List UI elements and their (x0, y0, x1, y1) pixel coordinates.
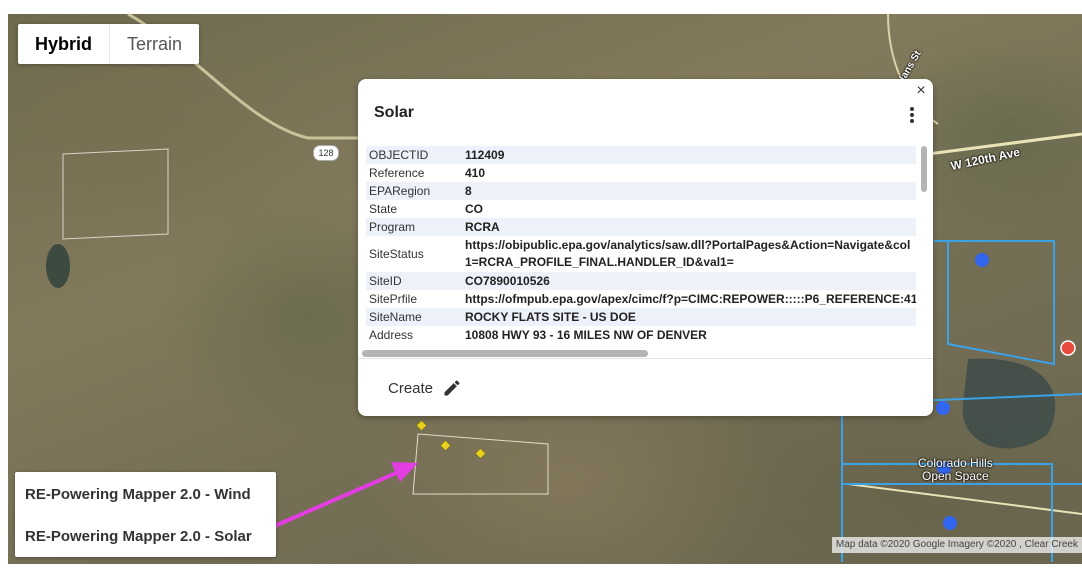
table-row: Program RCRA (366, 218, 916, 236)
create-label: Create (388, 379, 434, 397)
attribute-table: OBJECTID 112409 Reference 410 EPARegion … (366, 146, 916, 344)
attr-key: Reference (369, 166, 425, 180)
close-icon[interactable]: × (913, 83, 929, 99)
solar-point[interactable] (936, 401, 950, 415)
layer-legend: RE-Powering Mapper 2.0 - Wind RE-Powerin… (15, 472, 276, 557)
attr-key: Program (366, 218, 462, 236)
attr-key: Address (369, 328, 414, 342)
place-label: Colorado Hills Open Space (918, 457, 993, 483)
parcel-outline (62, 148, 169, 240)
site-boundary (934, 240, 1055, 366)
wind-marker[interactable] (440, 440, 451, 451)
attr-value: 112409 (462, 146, 916, 164)
pencil-icon (444, 380, 460, 396)
attr-key: State (369, 202, 398, 216)
attr-value-link[interactable]: https://ofmpub.epa.gov/apex/cimc/f?p=CIM… (462, 290, 916, 308)
annotation-arrow (269, 468, 404, 530)
feature-popup: × Solar OBJECTID 112409 Reference 410 EP… (358, 79, 933, 416)
table-row: State CO (366, 200, 916, 218)
table-row: Reference 410 (366, 164, 916, 182)
attr-value: ROCKY FLATS SITE - US DOE (462, 308, 916, 326)
legend-item-solar[interactable]: RE-Powering Mapper 2.0 - Solar (25, 528, 252, 545)
attr-key: SitePrfile (369, 292, 418, 306)
table-row: EPARegion 8 (366, 182, 916, 200)
solar-point[interactable] (975, 253, 989, 267)
attr-key: SiteID (366, 272, 462, 290)
vertical-scrollbar[interactable] (919, 146, 929, 346)
attr-value: CO7890010526 (462, 272, 916, 290)
solar-point[interactable] (943, 516, 957, 530)
horizontal-scrollbar[interactable] (362, 349, 918, 357)
pond (46, 244, 70, 288)
create-button[interactable]: Create (388, 378, 462, 398)
attr-value-link[interactable]: https://obipublic.epa.gov/analytics/saw.… (462, 236, 916, 272)
attr-key: OBJECTID (366, 146, 462, 164)
table-row: SitePrfile https://ofmpub.epa.gov/apex/c… (366, 290, 916, 308)
more-vert-icon[interactable] (909, 107, 915, 125)
attr-value: RCRA (462, 218, 916, 236)
table-row: SiteID CO7890010526 (366, 272, 916, 290)
attr-value: 10808 HWY 93 - 16 MILES NW OF DENVER (465, 328, 707, 342)
parcel-outline (412, 433, 549, 495)
map-attribution[interactable]: Map data ©2020 Google Imagery ©2020 , Cl… (831, 537, 1082, 553)
table-row: OBJECTID 112409 (366, 146, 916, 164)
table-row: SiteStatus https://obipublic.epa.gov/ana… (366, 236, 916, 272)
attr-value: 8 (462, 182, 916, 200)
attr-value: 410 (465, 166, 486, 180)
reservoir (962, 358, 1056, 449)
hybrid-button[interactable]: Hybrid (18, 24, 109, 64)
attr-value: CO (465, 202, 483, 216)
popup-title: Solar (374, 104, 415, 121)
place-label-line2: Open Space (921, 469, 989, 483)
wind-marker[interactable] (475, 448, 486, 459)
vertical-scroll-thumb[interactable] (921, 146, 927, 192)
route-shield: 128 (313, 145, 339, 161)
table-row: Address 10808 HWY 93 - 16 MILES NW OF DE… (366, 326, 916, 344)
table-row: SiteName ROCKY FLATS SITE - US DOE (366, 308, 916, 326)
poi-marker[interactable] (1060, 340, 1076, 356)
road-south (847, 483, 1082, 515)
attr-key: SiteName (366, 308, 462, 326)
horizontal-scroll-thumb[interactable] (362, 350, 648, 357)
popup-divider (358, 358, 933, 359)
legend-item-wind[interactable]: RE-Powering Mapper 2.0 - Wind (25, 486, 251, 503)
terrain-button[interactable]: Terrain (110, 24, 199, 64)
attr-key: SiteStatus (369, 247, 424, 261)
map-type-control: Hybrid Terrain (18, 24, 200, 64)
attr-key: EPARegion (366, 182, 462, 200)
